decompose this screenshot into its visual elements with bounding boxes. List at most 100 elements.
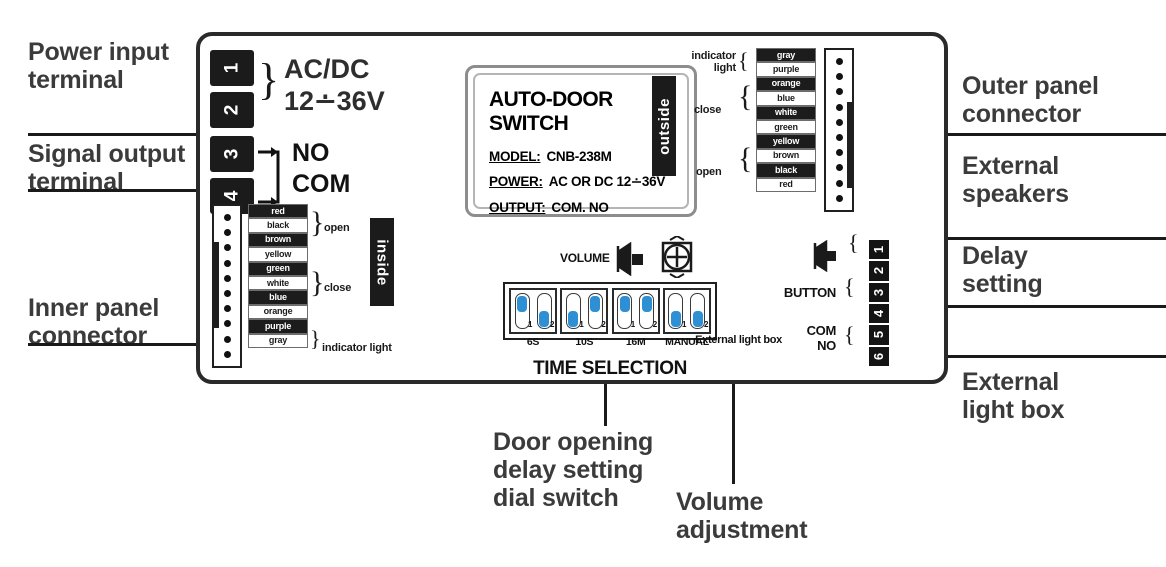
dip-switch-group[interactable]: 12 <box>560 288 609 334</box>
annotation-inner-panel-connector: Inner panel connector <box>28 294 160 350</box>
terminal-1[interactable]: 1 <box>210 50 254 86</box>
wire-chip: orange <box>248 304 308 320</box>
outer-panel-pin-header[interactable] <box>824 48 854 212</box>
dip-lever-indicator <box>539 310 549 327</box>
numbered-terminal-label: 1 <box>871 246 887 254</box>
wire-chip: red <box>756 177 816 192</box>
wire-chip: purple <box>756 62 816 77</box>
wire-chip: purple <box>248 319 308 334</box>
com-no-terminal-brace: { <box>844 322 855 347</box>
model-value: CNB-238M <box>546 149 612 164</box>
dip-switch-lever[interactable]: 2 <box>639 293 657 329</box>
wire-chip: blue <box>248 290 308 305</box>
numbered-terminal[interactable]: 4 <box>869 303 889 324</box>
signal-output-labels: NO COM <box>292 139 351 199</box>
inner-panel-pin-header[interactable] <box>212 204 242 368</box>
dip-switch-bank[interactable]: 1 2 6S 1 2 10S 1 2 16M 1 2 MANUAL <box>503 282 717 348</box>
wire-chip: gray <box>756 48 816 63</box>
terminal-2[interactable]: 2 <box>210 92 254 128</box>
external-speaker-icon <box>813 240 836 272</box>
wire-chip: white <box>756 105 816 120</box>
dip-lever-indicator <box>692 310 703 327</box>
com-no-terminal-label: COM NO <box>806 323 837 353</box>
dip-switch-lever[interactable]: 1 <box>514 293 533 329</box>
outer-group-open: open <box>696 166 722 178</box>
dip-lever-indicator <box>517 295 527 312</box>
outer-group-indicator-light: indicator light <box>691 50 736 74</box>
right-terminal-strip: 1 2 3 4 5 6 <box>866 236 892 370</box>
terminal-2-label: 2 <box>220 104 242 116</box>
numbered-terminal[interactable]: 2 <box>869 261 889 281</box>
inner-close-brace: } <box>310 266 325 299</box>
annotation-dial-switch: Door opening delay setting dial switch <box>493 428 654 512</box>
wire-chip: red <box>248 204 308 219</box>
dip-switch-lever[interactable]: 2 <box>536 293 555 329</box>
wire-chip: black <box>248 218 308 233</box>
time-selection-heading: TIME SELECTION <box>533 358 687 379</box>
power-key: POWER: <box>489 174 543 189</box>
diagram-canvas: Power input terminal Signal output termi… <box>0 0 1166 567</box>
dip-lever-indicator <box>619 295 630 312</box>
terminal-3[interactable]: 3 <box>210 136 254 172</box>
numbered-terminal[interactable]: 3 <box>869 282 889 302</box>
dip-switch-lever[interactable]: 1 <box>565 293 584 329</box>
inner-panel-wire-stack: red black brown yellow green white blue orange p… <box>248 204 308 348</box>
external-speaker-brace: { <box>848 230 859 255</box>
wire-chip: yellow <box>756 134 816 149</box>
connector-pin <box>835 103 843 111</box>
product-label-title: AUTO-DOOR SWITCH <box>489 88 613 135</box>
dip-switch-group[interactable]: 12 <box>611 288 660 334</box>
connector-pin <box>835 164 843 172</box>
dip-switch-lever[interactable]: 2 <box>690 293 708 329</box>
dip-switch-group[interactable]: 12 <box>509 288 557 334</box>
numbered-terminal[interactable]: 6 <box>869 346 889 366</box>
annotation-signal-output-terminal: Signal output terminal <box>28 140 186 196</box>
wire-chip: green <box>756 119 816 135</box>
dip-lever-indicator <box>590 295 601 312</box>
connector-pin <box>223 214 231 222</box>
outer-open-brace: { <box>738 142 753 175</box>
outside-tag: outside <box>652 76 676 176</box>
terminal-3-label: 3 <box>220 148 242 160</box>
output-key: OUTPUT: <box>489 200 546 215</box>
potentiometer-knob-icon[interactable] <box>656 236 698 278</box>
dip-switch-lever[interactable]: 2 <box>587 293 606 329</box>
numbered-terminal[interactable]: 5 <box>869 325 889 345</box>
dip-switch-number: 1 <box>630 320 636 329</box>
wire-chip: blue <box>756 91 816 106</box>
numbered-terminal-label: 3 <box>871 288 887 296</box>
dip-switch-lever[interactable]: 1 <box>668 293 686 329</box>
connector-pin <box>835 58 843 66</box>
numbered-terminal-label: 5 <box>871 331 887 339</box>
inner-panel-key-notch <box>212 242 219 328</box>
power-value: AC OR DC 12∸36V <box>548 174 666 189</box>
button-terminal-brace: { <box>844 274 855 299</box>
numbered-terminal[interactable]: 1 <box>869 240 889 260</box>
button-terminal-label: BUTTON <box>783 285 836 300</box>
connector-pin <box>835 88 843 96</box>
connector-pin <box>223 290 231 298</box>
outer-panel-wire-stack: gray purple orange blue white green yellow brow… <box>756 48 816 192</box>
connector-pin <box>223 229 231 237</box>
dip-switch-number: 2 <box>550 320 555 329</box>
numbered-terminal-label: 4 <box>871 310 887 318</box>
volume-label: VOLUME <box>560 251 610 265</box>
inner-open-brace: } <box>310 206 325 239</box>
wire-chip: brown <box>756 148 816 164</box>
output-value: COM. NO <box>551 200 609 215</box>
dip-switch-lever[interactable]: 1 <box>617 293 636 329</box>
dip-lever-indicator <box>568 310 579 327</box>
connector-pin <box>223 244 231 252</box>
connector-pin <box>835 134 843 142</box>
dip-lever-indicator <box>670 310 681 327</box>
dip-switch-caption: 10S <box>575 336 594 348</box>
numbered-terminal-label: 6 <box>871 352 887 360</box>
inside-tag-label: inside <box>373 238 391 286</box>
wire-chip: green <box>248 261 308 276</box>
dip-switch-group[interactable]: 12 <box>662 288 711 334</box>
inner-group-open: open <box>324 222 350 234</box>
terminal-4-label: 4 <box>220 190 242 202</box>
connector-pin <box>835 118 843 126</box>
inner-group-indicator-light: indicator light <box>322 342 392 354</box>
connector-pin <box>223 320 231 328</box>
